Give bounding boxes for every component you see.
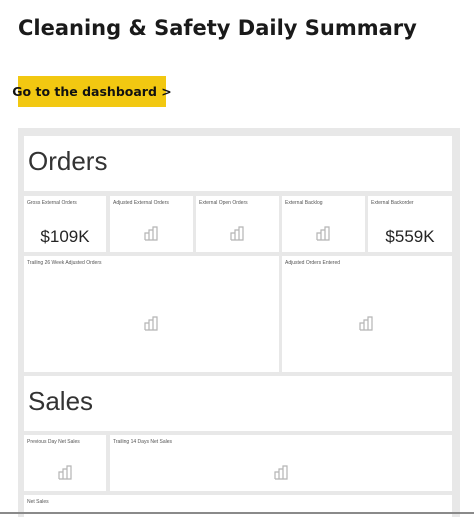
dashboard-canvas: Orders Gross External Orders $109K Adjus…: [18, 128, 460, 517]
tile-gross-external-orders[interactable]: Gross External Orders $109K: [24, 196, 106, 252]
bottom-divider: [0, 512, 474, 514]
tile-external-open-orders[interactable]: External Open Orders: [196, 196, 279, 252]
tile-label: External Backorder: [371, 200, 414, 206]
tile-external-backorder[interactable]: External Backorder $559K: [368, 196, 452, 252]
tile-label: Trailing 26 Week Adjusted Orders: [27, 260, 102, 266]
chart-placeholder-icon: [230, 226, 244, 241]
chart-placeholder-icon: [144, 316, 158, 331]
tile-label: Previous Day Net Sales: [27, 439, 80, 445]
orders-section-header: Orders: [24, 136, 452, 191]
tile-label: External Backlog: [285, 200, 323, 206]
kpi-value: $559K: [385, 227, 435, 246]
tile-adjusted-external-orders[interactable]: Adjusted External Orders: [110, 196, 193, 252]
tile-previous-day-net-sales[interactable]: Previous Day Net Sales: [24, 435, 106, 491]
tile-label: Trailing 14 Days Net Sales: [113, 439, 173, 445]
tile-trailing-14-days-net-sales[interactable]: Trailing 14 Days Net Sales: [110, 435, 452, 491]
chart-placeholder-icon: [144, 226, 158, 241]
page-title: Cleaning & Safety Daily Summary: [18, 16, 417, 40]
tile-label: Adjusted Orders Entered: [285, 260, 341, 266]
sales-section-title: Sales: [28, 386, 94, 416]
sales-section-header: Sales: [24, 376, 452, 431]
tile-label: Adjusted External Orders: [113, 200, 169, 206]
tile-label: Gross External Orders: [27, 200, 77, 206]
kpi-value: $109K: [40, 227, 90, 246]
tile-label: External Open Orders: [199, 200, 248, 206]
chart-placeholder-icon: [58, 465, 72, 480]
tile-label: Net Sales: [27, 499, 49, 505]
chart-placeholder-icon: [316, 226, 330, 241]
go-to-dashboard-button[interactable]: Go to the dashboard >: [12, 76, 172, 107]
chart-placeholder-icon: [274, 465, 288, 480]
orders-section-title: Orders: [28, 146, 108, 176]
tile-adjusted-orders-entered[interactable]: Adjusted Orders Entered: [282, 256, 452, 372]
chart-placeholder-icon: [359, 316, 373, 331]
tile-trailing-26-week-adjusted-orders[interactable]: Trailing 26 Week Adjusted Orders: [24, 256, 279, 372]
tile-external-backlog[interactable]: External Backlog: [282, 196, 365, 252]
